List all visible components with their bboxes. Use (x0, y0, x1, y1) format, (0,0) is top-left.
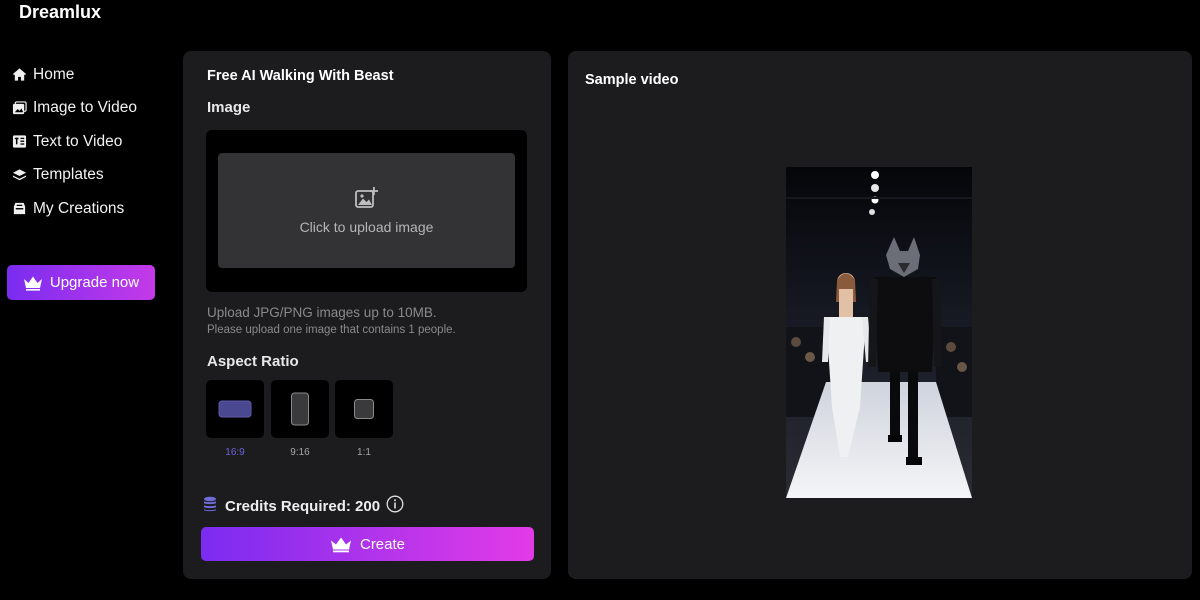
sample-video-frame (786, 167, 972, 498)
app-logo[interactable]: Dreamlux (19, 2, 101, 23)
aspect-option-9-16[interactable] (271, 380, 329, 438)
text-video-icon (12, 134, 27, 149)
sidebar-item-home[interactable]: Home (12, 58, 172, 92)
square-ratio-icon (354, 399, 374, 419)
sidebar-item-label: Home (33, 65, 75, 83)
sidebar-item-templates[interactable]: Templates (12, 159, 172, 193)
portrait-ratio-icon (291, 392, 309, 426)
sample-video-panel: Sample video (568, 51, 1192, 579)
aspect-option-1-1[interactable] (335, 380, 393, 438)
upgrade-label: Upgrade now (49, 274, 140, 291)
sidebar-item-label: My Creations (33, 199, 125, 217)
generator-form-panel: Free AI Walking With Beast Image Click t… (183, 51, 551, 579)
sample-video-player[interactable] (786, 167, 972, 498)
coins-icon (203, 496, 225, 516)
aspect-option-16-9[interactable] (206, 380, 264, 438)
credits-label: Credits Required: 200 (225, 497, 381, 515)
create-button[interactable]: Create (201, 527, 534, 561)
image-section-label: Image (207, 99, 251, 116)
sidebar-item-image-to-video[interactable]: Image to Video (12, 92, 172, 126)
upgrade-button[interactable]: Upgrade now (7, 265, 155, 300)
add-image-icon (354, 186, 378, 208)
aspect-label-9-16: 9:16 (290, 447, 310, 458)
crown-icon (23, 276, 42, 291)
aspect-label-1-1: 1:1 (357, 447, 371, 458)
upload-image-dropzone[interactable]: Click to upload image (218, 153, 515, 268)
home-icon (12, 67, 27, 82)
upload-prompt: Click to upload image (299, 218, 434, 235)
sidebar-nav: Home Image to Video Text to Video Templa… (12, 58, 172, 226)
image-icon (12, 101, 27, 116)
sidebar-item-label: Text to Video (33, 132, 123, 150)
landscape-ratio-icon (218, 400, 252, 418)
create-label: Create (359, 535, 406, 553)
sidebar-item-label: Image to Video (33, 99, 137, 117)
sidebar-item-text-to-video[interactable]: Text to Video (12, 125, 172, 159)
crown-icon (330, 537, 351, 552)
sample-video-title: Sample video (585, 72, 679, 88)
upload-requirement: Please upload one image that contains 1 … (207, 324, 456, 336)
sidebar-item-my-creations[interactable]: My Creations (12, 192, 172, 226)
folder-icon (12, 201, 27, 216)
upload-hint: Upload JPG/PNG images up to 10MB. (207, 305, 437, 320)
aspect-label-16-9: 16:9 (225, 447, 245, 458)
aspect-ratio-label: Aspect Ratio (207, 353, 299, 370)
upload-area: Click to upload image (206, 130, 527, 292)
form-title: Free AI Walking With Beast (207, 68, 394, 84)
credits-required: Credits Required: 200 (203, 495, 404, 517)
sidebar-item-label: Templates (33, 166, 104, 184)
info-icon[interactable] (380, 495, 404, 517)
layers-icon (12, 168, 27, 183)
